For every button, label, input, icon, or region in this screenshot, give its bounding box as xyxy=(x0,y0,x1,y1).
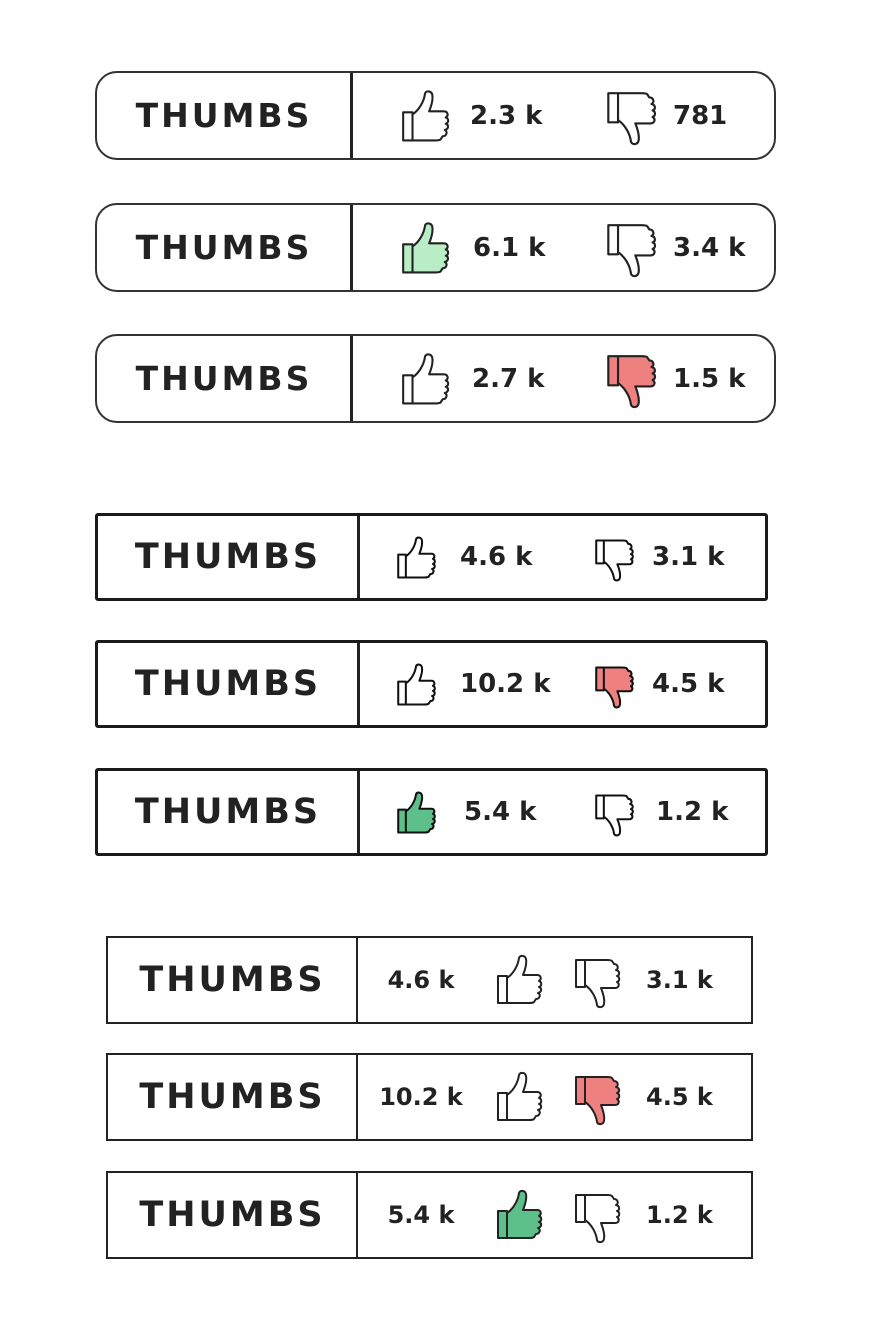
thumbs-down-icon xyxy=(572,1191,622,1245)
thumbs-down-icon xyxy=(604,221,658,279)
thumbs-down-count: 3.4 k xyxy=(673,232,746,263)
thumbs-down-button[interactable] xyxy=(604,352,658,410)
thumbs-up-button[interactable] xyxy=(494,1071,544,1123)
thumbs-down-count: 3.1 k xyxy=(652,542,725,572)
thumbs-widget-square-1: THUMBS 4.6 k 3.1 k xyxy=(95,513,768,601)
thumbs-up-button[interactable] xyxy=(394,536,438,580)
thumbs-up-icon xyxy=(394,536,438,580)
thumbs-up-button[interactable] xyxy=(494,954,544,1006)
widget-label: THUMBS xyxy=(139,1195,326,1235)
thumbs-down-button[interactable] xyxy=(592,665,636,709)
thumbs-up-icon xyxy=(399,221,451,276)
thumbs-up-count: 2.7 k xyxy=(472,363,545,394)
thumbs-up-icon xyxy=(494,1071,544,1123)
widget-label: THUMBS xyxy=(135,96,313,135)
thumbs-up-count: 4.6 k xyxy=(387,966,455,994)
thumbs-up-button[interactable] xyxy=(399,89,451,144)
thumbs-up-count: 10.2 k xyxy=(379,1083,463,1111)
thumbs-widget-compact-3: THUMBS 5.4 k 1.2 k xyxy=(106,1171,753,1259)
thumbs-down-icon xyxy=(572,956,622,1010)
thumbs-down-icon xyxy=(604,89,658,147)
divider xyxy=(356,1055,358,1139)
thumbs-down-icon xyxy=(572,1073,622,1127)
thumbs-down-button[interactable] xyxy=(604,89,658,147)
divider xyxy=(357,516,360,598)
thumbs-up-count: 2.3 k xyxy=(470,100,543,131)
thumbs-down-button[interactable] xyxy=(572,1073,622,1127)
divider xyxy=(357,771,360,853)
thumbs-down-count: 781 xyxy=(673,100,728,131)
thumbs-down-button[interactable] xyxy=(572,1191,622,1245)
widget-label: THUMBS xyxy=(134,664,322,704)
thumbs-up-button[interactable] xyxy=(394,791,438,835)
thumbs-widget-rounded-2: THUMBS 6.1 k 3.4 k xyxy=(95,203,776,292)
thumbs-up-count: 5.4 k xyxy=(387,1201,455,1229)
thumbs-up-button[interactable] xyxy=(394,663,438,707)
thumbs-down-button[interactable] xyxy=(592,793,636,837)
thumbs-widget-compact-2: THUMBS 10.2 k 4.5 k xyxy=(106,1053,753,1141)
thumbs-widget-rounded-3: THUMBS 2.7 k 1.5 k xyxy=(95,334,776,423)
thumbs-down-button[interactable] xyxy=(572,956,622,1010)
divider xyxy=(356,1173,358,1257)
divider xyxy=(356,938,358,1022)
thumbs-up-count: 10.2 k xyxy=(460,669,551,699)
thumbs-widget-compact-1: THUMBS 4.6 k 3.1 k xyxy=(106,936,753,1024)
thumbs-down-count: 4.5 k xyxy=(646,1083,713,1111)
thumbs-down-icon xyxy=(592,665,636,709)
thumbs-down-icon xyxy=(592,793,636,837)
divider xyxy=(350,73,353,158)
thumbs-up-button[interactable] xyxy=(399,221,451,276)
divider xyxy=(357,643,360,725)
widget-label: THUMBS xyxy=(135,359,313,398)
thumbs-down-button[interactable] xyxy=(604,221,658,279)
widget-label: THUMBS xyxy=(134,792,322,832)
thumbs-up-icon xyxy=(394,791,438,835)
thumbs-down-count: 1.5 k xyxy=(673,363,746,394)
thumbs-down-icon xyxy=(604,352,658,410)
thumbs-widget-square-2: THUMBS 10.2 k 4.5 k xyxy=(95,640,768,728)
thumbs-down-count: 3.1 k xyxy=(646,966,713,994)
thumbs-up-icon xyxy=(394,663,438,707)
thumbs-widget-square-3: THUMBS 5.4 k 1.2 k xyxy=(95,768,768,856)
thumbs-up-count: 6.1 k xyxy=(473,232,546,263)
thumbs-up-icon xyxy=(494,1189,544,1241)
thumbs-up-button[interactable] xyxy=(494,1189,544,1241)
divider xyxy=(350,205,353,290)
thumbs-down-button[interactable] xyxy=(592,538,636,582)
thumbs-down-count: 1.2 k xyxy=(656,797,729,827)
thumbs-up-icon xyxy=(399,89,451,144)
thumbs-up-count: 5.4 k xyxy=(464,797,537,827)
thumbs-up-button[interactable] xyxy=(399,352,451,407)
thumbs-up-count: 4.6 k xyxy=(460,542,533,572)
widget-label: THUMBS xyxy=(134,537,322,577)
thumbs-down-icon xyxy=(592,538,636,582)
divider xyxy=(350,336,353,421)
thumbs-up-icon xyxy=(494,954,544,1006)
thumbs-down-count: 1.2 k xyxy=(646,1201,713,1229)
thumbs-widget-rounded-1: THUMBS 2.3 k 781 xyxy=(95,71,776,160)
widget-label: THUMBS xyxy=(139,1077,326,1117)
thumbs-up-icon xyxy=(399,352,451,407)
thumbs-down-count: 4.5 k xyxy=(652,669,725,699)
widget-label: THUMBS xyxy=(139,960,326,1000)
widget-label: THUMBS xyxy=(135,228,313,267)
